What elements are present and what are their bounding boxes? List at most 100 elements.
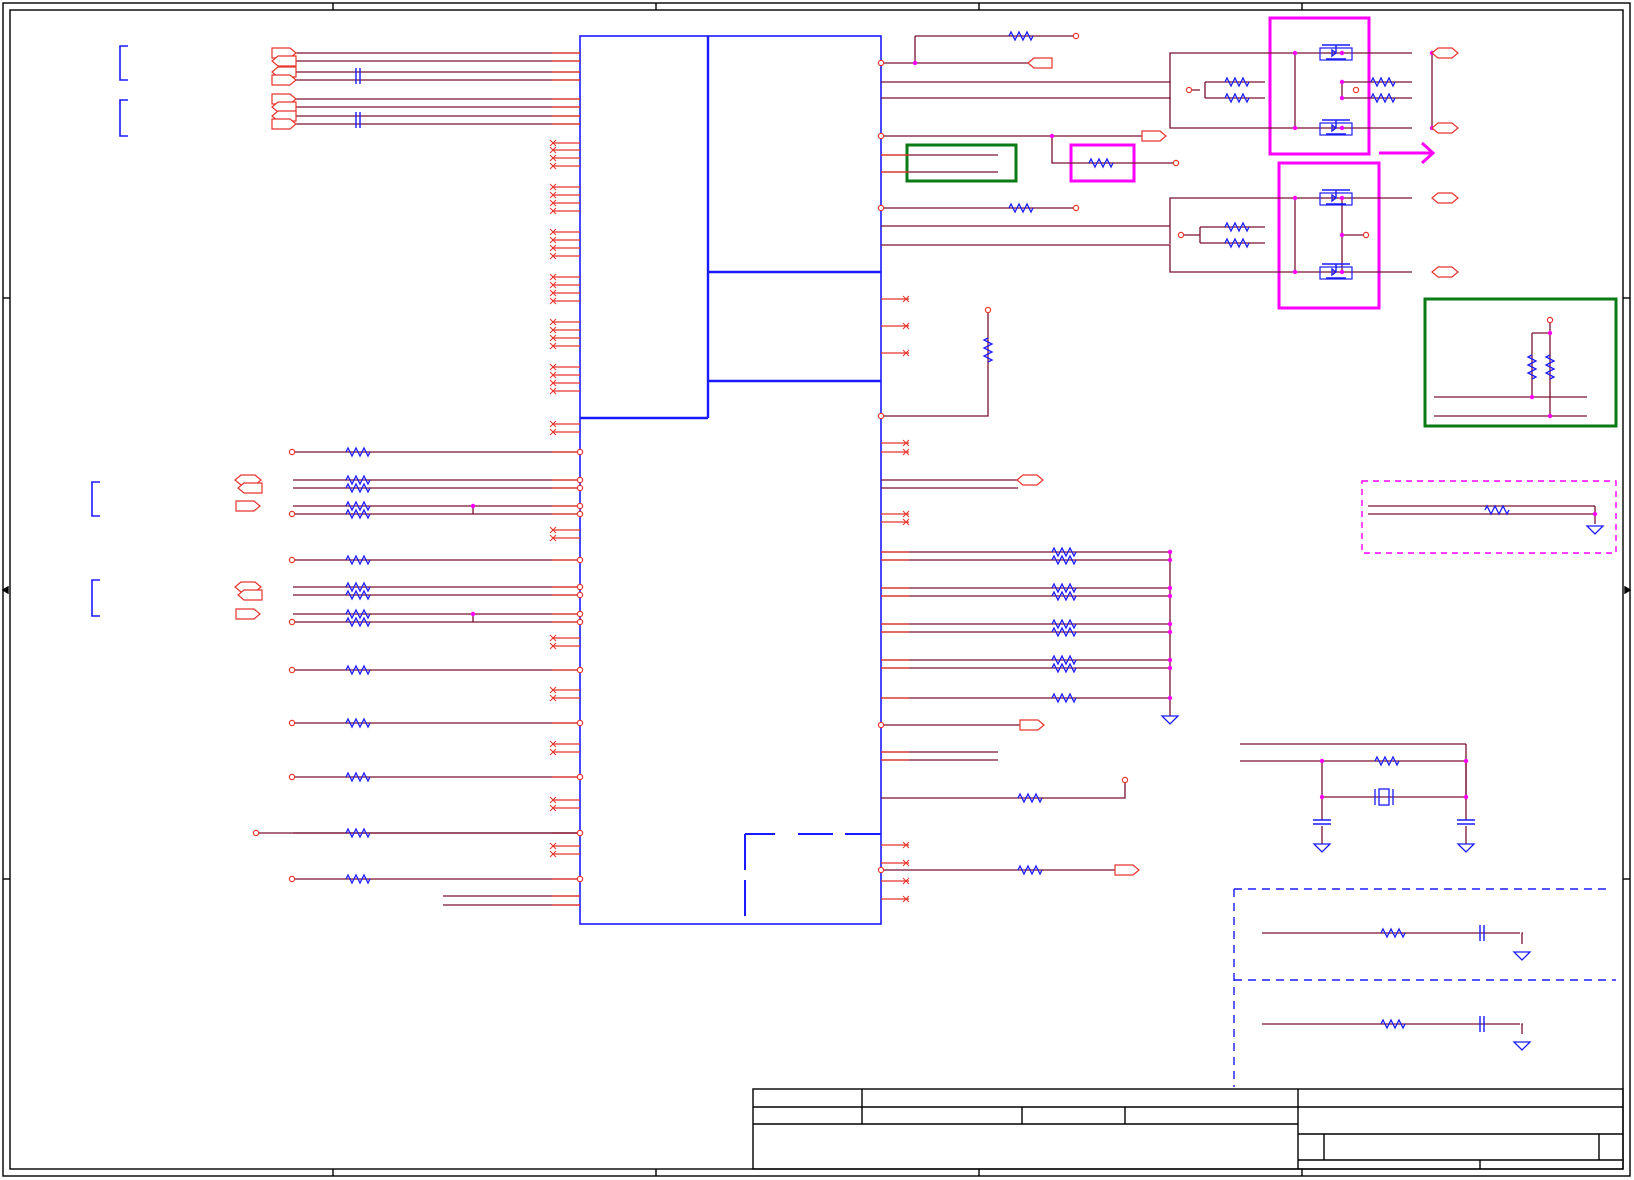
resistor-icon <box>345 589 371 601</box>
pin-circle <box>288 618 296 626</box>
resistor-icon <box>345 608 371 620</box>
pin-circle <box>576 773 584 781</box>
pin-circle <box>252 829 260 837</box>
junction-dot <box>912 60 918 66</box>
resistor-icon <box>1051 654 1077 666</box>
resistor-icon <box>1051 546 1077 558</box>
resistor-icon <box>345 616 371 628</box>
wire <box>443 895 580 906</box>
port-flag-icon <box>1431 192 1459 204</box>
port-flag-icon <box>271 74 297 86</box>
resistor-icon <box>1008 202 1034 214</box>
junction-dot <box>1529 394 1535 400</box>
mosfet-icon <box>1322 44 1350 60</box>
pin-circle <box>877 721 885 729</box>
capacitor-icon <box>1457 819 1475 825</box>
pin-circle <box>1362 231 1370 239</box>
pin-circle <box>1177 231 1185 239</box>
resistor-icon <box>1526 354 1538 380</box>
green-box-left <box>905 143 1018 183</box>
ground-icon <box>1512 951 1532 961</box>
wire <box>1181 226 1265 244</box>
wire <box>1321 826 1467 844</box>
resistor-icon <box>345 581 371 593</box>
resistor-icon <box>1224 76 1250 88</box>
wire <box>1368 505 1595 515</box>
pin-circle <box>288 719 296 727</box>
dashed-regions <box>1233 888 1616 1087</box>
pin-circle <box>984 306 992 314</box>
resistor-icon <box>1017 864 1043 876</box>
pin-circle <box>288 666 296 674</box>
junction-dot <box>470 503 476 509</box>
junction-dot <box>1167 657 1173 663</box>
pin-circle <box>576 719 584 727</box>
junction-dot <box>1463 758 1469 764</box>
junction-dot <box>1463 794 1469 800</box>
junction-dot <box>1319 758 1325 764</box>
pin-circle <box>877 412 885 420</box>
resistor-icon <box>1051 626 1077 638</box>
pin-circle <box>1185 86 1193 94</box>
pin-circle <box>576 556 584 564</box>
junction-dot <box>1167 557 1173 563</box>
junction-dot <box>1319 794 1325 800</box>
resistor-icon <box>1008 30 1034 42</box>
port-flag-icon <box>1019 719 1045 731</box>
resistor-icon <box>345 446 371 458</box>
components <box>234 30 1605 1051</box>
capacitor-icon <box>355 112 361 128</box>
mosfet-icon <box>1322 189 1350 205</box>
port-flag-icon <box>1141 130 1167 142</box>
green-box-right <box>1423 297 1618 428</box>
resistor-icon <box>345 474 371 486</box>
resistor-icon <box>1051 692 1077 704</box>
junction-dot <box>1167 621 1173 627</box>
resistor-icon <box>1544 354 1556 380</box>
wire <box>881 780 1126 799</box>
main-ic <box>579 35 882 925</box>
resistor-icon <box>345 827 371 839</box>
pin-circle <box>1352 86 1360 94</box>
pin-circle <box>576 502 584 510</box>
resistor-icon <box>345 500 371 512</box>
resistor-icon <box>1374 755 1400 767</box>
junction-dot <box>1292 195 1298 201</box>
junction-dot <box>1167 593 1173 599</box>
resistor-icon <box>345 873 371 885</box>
resistor-icon <box>1088 157 1114 169</box>
junction-dot <box>1167 549 1173 555</box>
port-flag-icon <box>271 118 297 130</box>
wire <box>881 197 1300 227</box>
port-flag-icon <box>235 500 261 512</box>
wire <box>1341 81 1412 99</box>
group-brackets <box>91 45 128 617</box>
junction-dot <box>1592 511 1598 517</box>
wire <box>881 52 1300 83</box>
resistor-icon <box>345 482 371 494</box>
wire <box>1321 761 1467 820</box>
pin-circle <box>1121 776 1129 784</box>
pin-circle <box>576 583 584 591</box>
ground-icon <box>1585 525 1605 535</box>
port-flag-icon <box>1431 122 1459 134</box>
pin-circle <box>877 866 885 874</box>
junction-dot <box>1339 232 1345 238</box>
pin-circle <box>1072 32 1080 40</box>
ground-icon <box>1456 843 1476 853</box>
port-flag-icon <box>1431 47 1459 59</box>
ground-icon <box>1312 843 1332 853</box>
pin-circle <box>288 556 296 564</box>
wires <box>255 35 1596 1034</box>
junction-dot <box>1339 95 1345 101</box>
resistor-icon <box>1484 504 1510 516</box>
resistor-icon <box>1051 554 1077 566</box>
port-flag-icon <box>237 482 263 494</box>
resistor-icon <box>1051 590 1077 602</box>
pin-circle <box>576 476 584 484</box>
junction-dot <box>1339 50 1345 56</box>
pin-circle <box>576 591 584 599</box>
pin-circle <box>576 448 584 456</box>
junction-dot <box>1292 269 1298 275</box>
pin-circle <box>1172 159 1180 167</box>
